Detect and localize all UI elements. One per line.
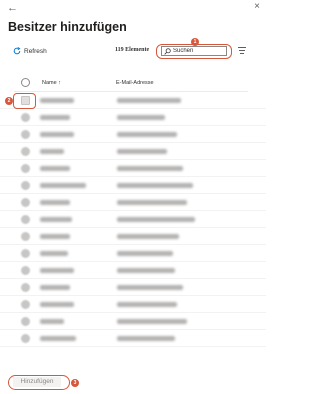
redacted-email xyxy=(117,302,177,307)
table-header: Name ↑ E-Mail-Adresse xyxy=(0,76,266,90)
row-checkbox[interactable] xyxy=(21,215,30,224)
redacted-email xyxy=(117,217,195,222)
annotation-badge-row: 2 xyxy=(5,97,13,105)
table-row[interactable] xyxy=(0,262,266,279)
row-checkbox[interactable] xyxy=(21,130,30,139)
table-row[interactable] xyxy=(0,330,266,347)
redacted-name xyxy=(40,200,70,205)
redacted-email xyxy=(117,268,175,273)
table-row[interactable] xyxy=(0,279,266,296)
redacted-email xyxy=(117,132,177,137)
redacted-name xyxy=(40,166,70,171)
redacted-name xyxy=(40,302,74,307)
table-row[interactable] xyxy=(0,296,266,313)
redacted-name xyxy=(40,217,72,222)
redacted-email xyxy=(117,285,183,290)
redacted-name xyxy=(40,251,68,256)
close-icon[interactable]: × xyxy=(254,2,260,12)
table-row[interactable] xyxy=(0,228,266,245)
table-row[interactable] xyxy=(0,313,266,330)
back-arrow-icon[interactable]: ← xyxy=(7,3,18,14)
redacted-name xyxy=(40,285,70,290)
redacted-name xyxy=(40,183,86,188)
row-checkbox[interactable] xyxy=(21,164,30,173)
redacted-name xyxy=(40,149,64,154)
redacted-email xyxy=(117,234,179,239)
row-checkbox-highlight xyxy=(13,93,36,109)
redacted-name xyxy=(40,268,74,273)
select-all-checkbox[interactable] xyxy=(21,78,30,87)
toolbar: Refresh 119 Elemente xyxy=(0,42,266,60)
row-checkbox[interactable] xyxy=(21,283,30,292)
table-row[interactable] xyxy=(0,245,266,262)
row-checkbox[interactable] xyxy=(21,266,30,275)
redacted-email xyxy=(117,336,175,341)
redacted-name xyxy=(40,319,64,324)
annotation-badge-search: 1 xyxy=(191,38,199,46)
table-body xyxy=(0,92,266,347)
item-count: 119 Elemente xyxy=(115,47,150,53)
filter-icon[interactable] xyxy=(238,46,246,54)
table-row[interactable] xyxy=(0,194,266,211)
row-checkbox[interactable] xyxy=(21,249,30,258)
redacted-email xyxy=(117,115,165,120)
redacted-email xyxy=(117,98,181,103)
redacted-name xyxy=(40,336,76,341)
row-checkbox[interactable] xyxy=(21,300,30,309)
column-header-email[interactable]: E-Mail-Adresse xyxy=(116,80,154,86)
top-bar: ← × xyxy=(0,0,266,16)
redacted-name xyxy=(40,115,70,120)
row-checkbox[interactable] xyxy=(21,147,30,156)
column-header-name[interactable]: Name ↑ xyxy=(42,80,61,86)
redacted-email xyxy=(117,200,187,205)
row-checkbox[interactable] xyxy=(21,198,30,207)
table-row[interactable] xyxy=(0,92,266,109)
redacted-email xyxy=(117,251,173,256)
search-highlight xyxy=(156,44,232,59)
add-button[interactable]: Hinzufügen xyxy=(13,377,61,387)
table-row[interactable] xyxy=(0,143,266,160)
search-input[interactable] xyxy=(173,48,223,54)
redacted-email xyxy=(117,166,183,171)
table-row[interactable] xyxy=(0,160,266,177)
row-checkbox[interactable] xyxy=(21,334,30,343)
row-checkbox[interactable] xyxy=(21,113,30,122)
refresh-button[interactable]: Refresh xyxy=(13,47,47,55)
redacted-email xyxy=(117,319,187,324)
table-row[interactable] xyxy=(0,211,266,228)
redacted-email xyxy=(117,149,167,154)
table-row[interactable] xyxy=(0,177,266,194)
redacted-name xyxy=(40,98,74,103)
refresh-label: Refresh xyxy=(24,47,47,55)
redacted-name xyxy=(40,132,74,137)
row-checkbox[interactable] xyxy=(21,232,30,241)
row-checkbox[interactable] xyxy=(21,317,30,326)
table-row[interactable] xyxy=(0,126,266,143)
table-row[interactable] xyxy=(0,109,266,126)
annotation-badge-add: 3 xyxy=(71,379,79,387)
search-box[interactable] xyxy=(161,46,227,56)
add-button-highlight: Hinzufügen xyxy=(8,375,70,390)
search-icon xyxy=(164,47,171,55)
redacted-name xyxy=(40,234,70,239)
page-title: Besitzer hinzufügen xyxy=(8,20,127,34)
redacted-email xyxy=(117,183,193,188)
row-checkbox[interactable] xyxy=(21,181,30,190)
refresh-icon xyxy=(13,47,21,55)
